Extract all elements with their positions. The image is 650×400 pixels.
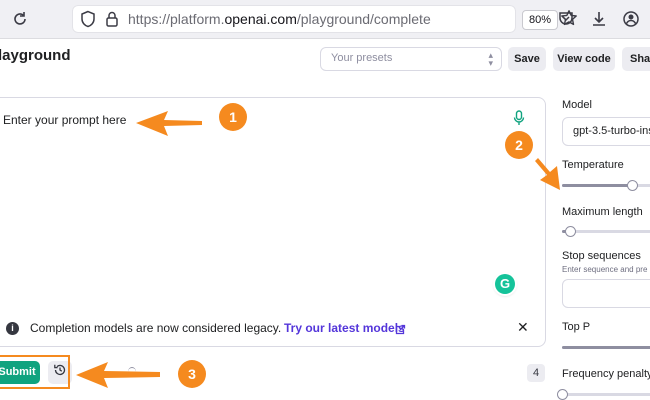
annotation-badge-2: 2 [505, 131, 533, 159]
annotation-arrows [76, 111, 560, 388]
annotation-badge-1: 1 [219, 103, 247, 131]
annotation-arrow-1 [136, 111, 202, 136]
annotation-arrow-3 [76, 362, 160, 388]
annotation-badge-3: 3 [178, 360, 206, 388]
annotation-arrow-2 [535, 158, 560, 190]
annotation-highlight-box [0, 355, 70, 389]
